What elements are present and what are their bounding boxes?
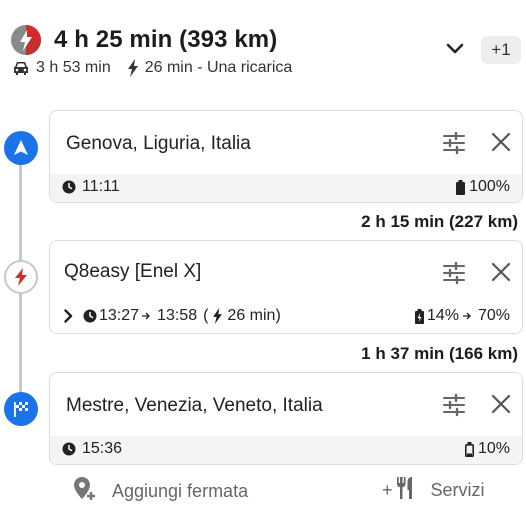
stop-place-name[interactable]: Q8easy [Enel X] [64, 261, 201, 283]
arrive-time: 13:27 [99, 307, 140, 324]
services-plus: + [382, 480, 393, 500]
battery-to: 70% [477, 307, 510, 324]
stop-place-name[interactable]: Genova, Liguria, Italia [66, 133, 251, 155]
departure-time: 11:11 [82, 178, 120, 195]
chevron-down-icon[interactable] [442, 36, 468, 62]
segment-duration: 2 h 15 min (227 km) [361, 212, 518, 231]
depart-time: 13:58 [157, 307, 198, 324]
arrival-time: 15:36 [82, 440, 123, 457]
sliders-icon[interactable] [442, 393, 466, 417]
stop-card-destination[interactable]: Mestre, Venezia, Veneto, Italia 15:36 10… [49, 372, 523, 465]
abrp-logo-icon [10, 24, 42, 56]
services-label: Servizi [430, 480, 485, 500]
charge-duration: 26 min [227, 307, 276, 324]
battery-level: 10% [477, 440, 510, 457]
navigation-arrow-icon [4, 131, 38, 165]
stop-card-charger[interactable]: Q8easy [Enel X] 13:27 13:58 ( 26 min) 1… [49, 240, 523, 334]
car-icon [12, 60, 30, 76]
clock-icon [83, 309, 97, 323]
lightning-icon [212, 308, 223, 324]
trip-total-title: 4 h 25 min (393 km) [54, 26, 278, 53]
battery-level: 100% [469, 178, 510, 195]
paren-open: ( [203, 307, 209, 324]
close-icon[interactable] [490, 131, 512, 153]
arrow-right-icon [462, 311, 472, 321]
paren-close: ) [275, 307, 281, 324]
sliders-icon[interactable] [442, 131, 466, 155]
trip-breakdown: 3 h 53 min 26 min - Una ricarica [12, 59, 292, 77]
charge-info: 26 min - Una ricarica [144, 59, 293, 76]
stop-details: 15:36 10% [50, 436, 522, 464]
charging-station-icon [4, 260, 38, 294]
clock-icon [62, 442, 76, 456]
arrow-right-icon [141, 311, 151, 321]
add-location-icon [72, 476, 98, 507]
stop-place-name[interactable]: Mestre, Venezia, Veneto, Italia [66, 395, 323, 417]
battery-full-icon [456, 179, 466, 195]
stop-details: 11:11 100% [50, 174, 522, 202]
route-summary-header: 4 h 25 min (393 km) 3 h 53 min 26 min - … [10, 22, 521, 82]
drive-time: 3 h 53 min [36, 59, 111, 76]
extra-options-badge[interactable]: +1 [481, 36, 521, 64]
lightning-icon [127, 59, 139, 77]
close-icon[interactable] [490, 393, 512, 415]
restaurant-icon [395, 476, 417, 505]
add-stop-label: Aggiungi fermata [112, 481, 249, 501]
charge-details: 13:27 13:58 ( 26 min ) 14% 70% [50, 303, 522, 333]
clock-icon [62, 180, 76, 194]
stop-card-origin[interactable]: Genova, Liguria, Italia 11:11 100% [49, 110, 523, 203]
add-stop-button[interactable]: Aggiungi fermata [72, 476, 248, 507]
action-bar: Aggiungi fermata + Servizi [0, 476, 526, 506]
chevron-right-icon[interactable] [64, 309, 73, 323]
battery-charging-icon [414, 308, 424, 324]
battery-low-icon [464, 441, 474, 457]
finish-flag-icon [4, 392, 38, 426]
segment-duration: 1 h 37 min (166 km) [361, 344, 518, 363]
services-button[interactable]: + Servizi [382, 476, 485, 505]
battery-from: 14% [426, 307, 459, 324]
sliders-icon[interactable] [442, 261, 466, 285]
close-icon[interactable] [490, 261, 512, 283]
